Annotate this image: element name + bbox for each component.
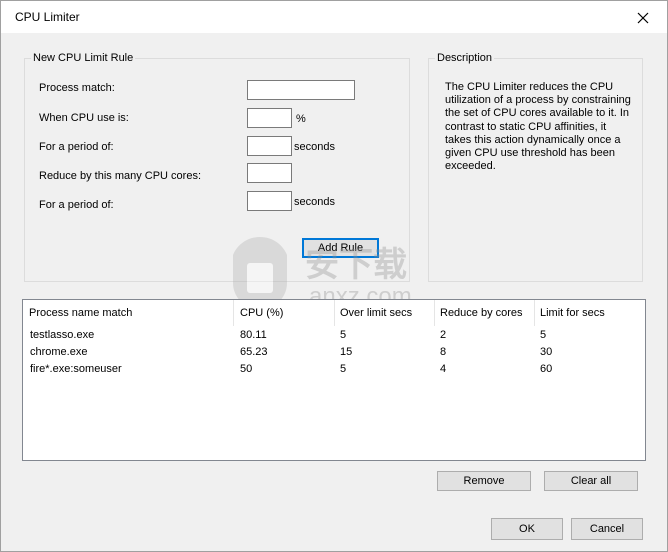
close-icon	[637, 12, 649, 24]
column-header-limit-secs[interactable]: Limit for secs	[540, 307, 605, 319]
close-button[interactable]	[625, 5, 661, 31]
table-row[interactable]: testlasso.exe 80.11 5 2 5	[23, 327, 645, 344]
column-divider	[434, 300, 435, 326]
cell-process: fire*.exe:someuser	[30, 363, 122, 375]
cell-process: testlasso.exe	[30, 329, 95, 341]
process-match-label: Process match:	[39, 82, 115, 94]
period1-unit: seconds	[294, 141, 335, 153]
column-divider	[534, 300, 535, 326]
description-group-label: Description	[435, 52, 495, 64]
new-rule-group-label: New CPU Limit Rule	[31, 52, 136, 64]
period2-label: For a period of:	[39, 199, 114, 211]
rules-list[interactable]: Process name match CPU (%) Over limit se…	[22, 299, 646, 461]
column-header-over-limit[interactable]: Over limit secs	[340, 307, 412, 319]
period1-input[interactable]	[247, 136, 292, 156]
cancel-button[interactable]: Cancel	[571, 518, 643, 540]
add-rule-button[interactable]: Add Rule	[302, 238, 379, 258]
column-header-cpu[interactable]: CPU (%)	[240, 307, 283, 319]
cell-over-limit: 5	[340, 329, 347, 341]
cell-cpu: 50	[240, 363, 253, 375]
cpu-use-input[interactable]	[247, 108, 292, 128]
period2-unit: seconds	[294, 196, 335, 208]
column-header-reduce-cores[interactable]: Reduce by cores	[440, 307, 523, 319]
cpu-use-label: When CPU use is:	[39, 112, 129, 124]
remove-button[interactable]: Remove	[437, 471, 531, 491]
cpu-use-unit: %	[296, 113, 306, 125]
cell-over-limit: 5	[340, 363, 347, 375]
title-bar: CPU Limiter	[1, 1, 667, 33]
cell-limit-secs: 5	[540, 329, 547, 341]
column-header-process[interactable]: Process name match	[29, 307, 132, 319]
cell-process: chrome.exe	[30, 346, 88, 358]
cell-over-limit: 15	[340, 346, 353, 358]
cell-reduce-cores: 2	[440, 329, 447, 341]
cell-reduce-cores: 8	[440, 346, 447, 358]
cell-limit-secs: 30	[540, 346, 553, 358]
cell-reduce-cores: 4	[440, 363, 447, 375]
period2-input[interactable]	[247, 191, 292, 211]
cores-input[interactable]	[247, 163, 292, 183]
cores-label: Reduce by this many CPU cores:	[39, 170, 202, 182]
cell-cpu: 80.11	[240, 329, 267, 341]
clear-all-button[interactable]: Clear all	[544, 471, 638, 491]
rules-list-header: Process name match CPU (%) Over limit se…	[23, 300, 645, 326]
table-row[interactable]: fire*.exe:someuser 50 5 4 60	[23, 361, 645, 378]
description-text: The CPU Limiter reduces the CPU utilizat…	[445, 81, 631, 173]
process-match-input[interactable]	[247, 80, 355, 100]
column-divider	[334, 300, 335, 326]
cell-limit-secs: 60	[540, 363, 553, 375]
ok-button[interactable]: OK	[491, 518, 563, 540]
column-divider	[233, 300, 234, 326]
period1-label: For a period of:	[39, 141, 114, 153]
table-row[interactable]: chrome.exe 65.23 15 8 30	[23, 344, 645, 361]
cpu-limiter-dialog: CPU Limiter New CPU Limit Rule Process m…	[0, 0, 668, 552]
cell-cpu: 65.23	[240, 346, 268, 358]
window-title: CPU Limiter	[15, 10, 80, 24]
